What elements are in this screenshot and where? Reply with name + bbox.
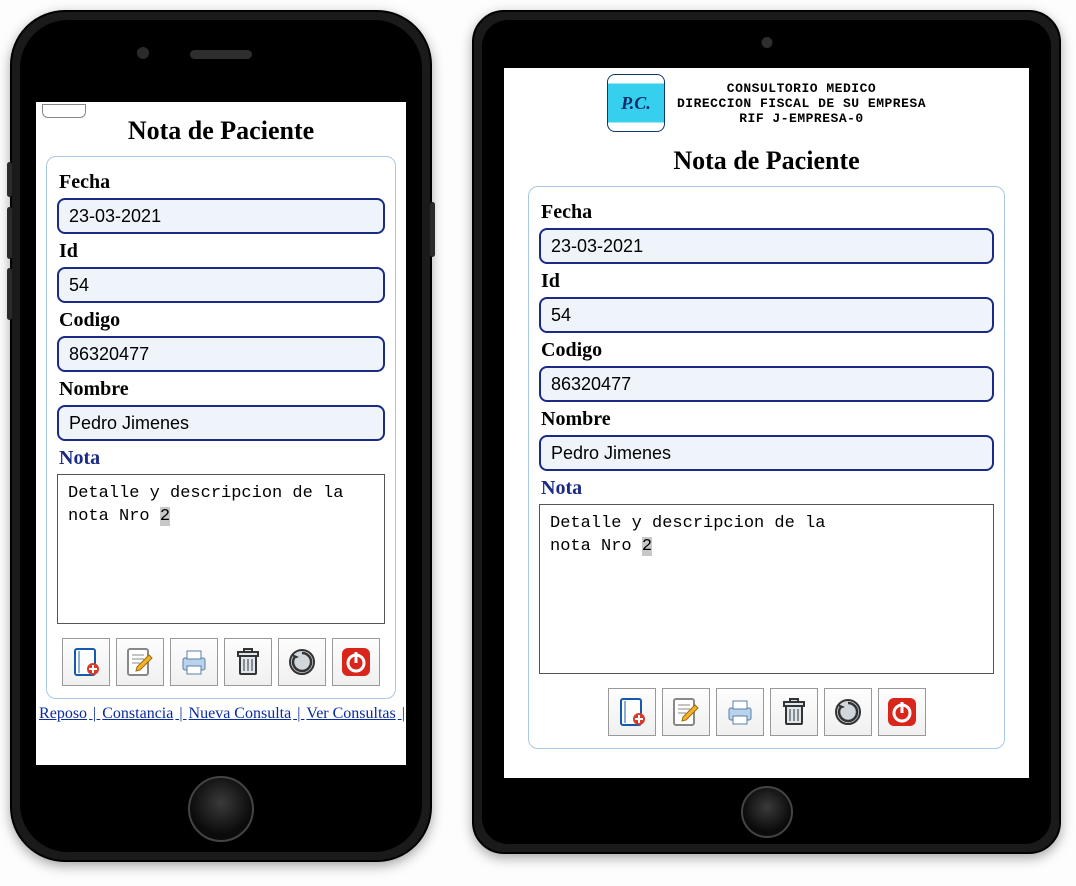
link-ver-consultas[interactable]: Ver Consultas: [306, 705, 395, 722]
new-note-icon: [616, 696, 648, 728]
label-codigo: Codigo: [59, 309, 383, 332]
action-toolbar: [57, 638, 385, 686]
tablet-screen: P.C. CONSULTORIO MEDICO DIRECCION FISCAL…: [504, 68, 1029, 778]
link-constancia[interactable]: Constancia: [102, 705, 173, 722]
input-codigo[interactable]: [539, 366, 994, 402]
phone-screen: Nota de Paciente Fecha Id Codigo Nombre …: [36, 102, 406, 765]
delete-button[interactable]: [770, 688, 818, 736]
delete-button[interactable]: [224, 638, 272, 686]
refresh-button[interactable]: [824, 688, 872, 736]
textarea-nota[interactable]: Detalle y descripcion de la nota Nro 2: [539, 504, 994, 674]
print-button[interactable]: [170, 638, 218, 686]
link-reposo[interactable]: Reposo: [39, 705, 87, 722]
edit-note-button[interactable]: [662, 688, 710, 736]
label-fecha: Fecha: [541, 201, 992, 224]
input-fecha[interactable]: [539, 228, 994, 264]
input-codigo[interactable]: [57, 336, 385, 372]
label-nota: Nota: [59, 447, 383, 470]
org-header: P.C. CONSULTORIO MEDICO DIRECCION FISCAL…: [504, 68, 1029, 132]
bottom-links: Reposo | Constancia | Nueva Consulta | V…: [36, 705, 406, 723]
phone-device-frame: Nota de Paciente Fecha Id Codigo Nombre …: [10, 10, 432, 862]
new-note-button[interactable]: [62, 638, 110, 686]
page-title: Nota de Paciente: [36, 116, 406, 146]
refresh-button[interactable]: [278, 638, 326, 686]
form-panel: Fecha Id Codigo Nombre Nota Detalle y de…: [46, 156, 396, 699]
trash-icon: [778, 696, 810, 728]
input-nombre[interactable]: [539, 435, 994, 471]
page-title: Nota de Paciente: [504, 146, 1029, 176]
label-nombre: Nombre: [541, 408, 992, 431]
power-button[interactable]: [332, 638, 380, 686]
textarea-nota[interactable]: Detalle y descripcion de la nota Nro 2: [57, 474, 385, 624]
org-address: DIRECCION FISCAL DE SU EMPRESA: [677, 96, 926, 111]
label-nombre: Nombre: [59, 378, 383, 401]
org-name: CONSULTORIO MEDICO: [677, 81, 926, 96]
action-toolbar: [539, 688, 994, 736]
refresh-icon: [286, 646, 318, 678]
power-icon: [886, 696, 918, 728]
form-panel: Fecha Id Codigo Nombre Nota Detalle y de…: [528, 186, 1005, 749]
print-button[interactable]: [716, 688, 764, 736]
new-note-button[interactable]: [608, 688, 656, 736]
tablet-device-frame: P.C. CONSULTORIO MEDICO DIRECCION FISCAL…: [472, 10, 1061, 854]
refresh-icon: [832, 696, 864, 728]
power-icon: [340, 646, 372, 678]
input-fecha[interactable]: [57, 198, 385, 234]
edit-note-button[interactable]: [116, 638, 164, 686]
input-id[interactable]: [57, 267, 385, 303]
print-icon: [178, 646, 210, 678]
edit-note-icon: [124, 646, 156, 678]
trash-icon: [232, 646, 264, 678]
input-id[interactable]: [539, 297, 994, 333]
label-id: Id: [541, 270, 992, 293]
label-id: Id: [59, 240, 383, 263]
org-rif: RIF J-EMPRESA-0: [677, 111, 926, 126]
print-icon: [724, 696, 756, 728]
label-fecha: Fecha: [59, 171, 383, 194]
label-nota: Nota: [541, 477, 992, 500]
label-codigo: Codigo: [541, 339, 992, 362]
status-handle: [42, 104, 86, 118]
power-button[interactable]: [878, 688, 926, 736]
input-nombre[interactable]: [57, 405, 385, 441]
tablet-home-button[interactable]: [741, 786, 793, 838]
edit-note-icon: [670, 696, 702, 728]
link-nueva-consulta[interactable]: Nueva Consulta: [189, 705, 292, 722]
new-note-icon: [70, 646, 102, 678]
org-logo: P.C.: [607, 74, 665, 132]
phone-home-button[interactable]: [188, 776, 254, 842]
